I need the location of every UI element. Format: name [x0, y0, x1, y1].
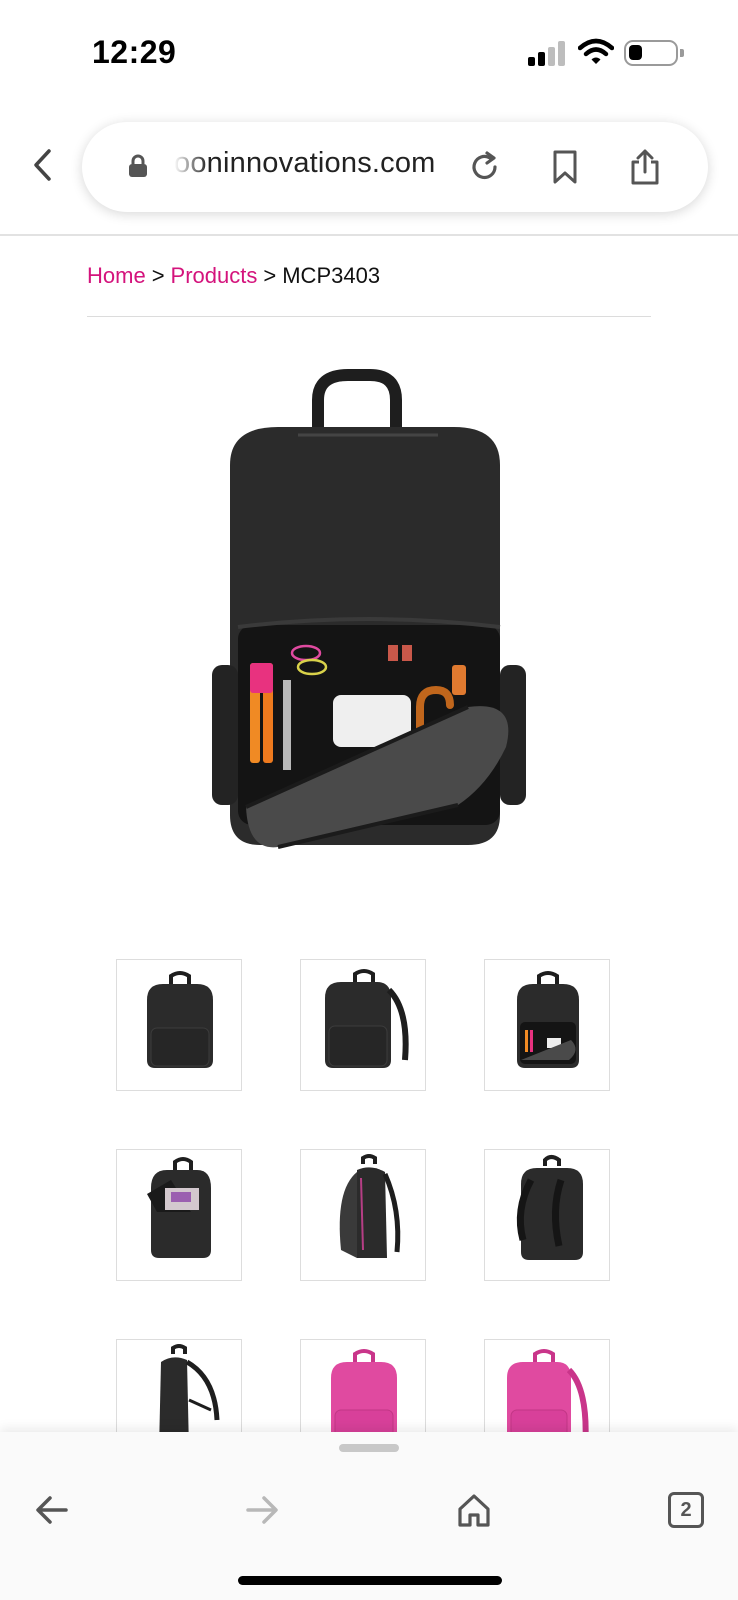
tab-count: 2 [668, 1492, 704, 1528]
bookmark-icon[interactable] [542, 144, 588, 190]
breadcrumb-separator: > [263, 263, 277, 288]
sheet-grabber[interactable] [339, 1444, 399, 1452]
forward-arrow-icon[interactable] [232, 1480, 292, 1540]
thumbnail-open-laptop-black[interactable] [116, 1149, 242, 1281]
battery-low-icon [624, 40, 684, 66]
address-bar[interactable]: ooninnovations.com [82, 122, 708, 212]
thumbnail-open-organizer-black[interactable] [484, 959, 610, 1091]
tabs-icon[interactable]: 2 [656, 1480, 716, 1540]
back-arrow-icon[interactable] [22, 1480, 82, 1540]
battery-nub [680, 49, 684, 57]
bottom-toolbar: 2 [0, 1432, 738, 1600]
wifi-icon [577, 38, 615, 66]
back-chevron-icon[interactable] [22, 140, 62, 190]
lock-icon [128, 154, 148, 178]
thumbnail-side-open-black[interactable] [300, 1149, 426, 1281]
product-main-image[interactable] [188, 355, 550, 875]
thumbnail-three-quarter-black[interactable] [300, 959, 426, 1091]
breadcrumb-divider [87, 316, 651, 317]
share-icon[interactable] [622, 144, 668, 190]
home-indicator[interactable] [238, 1576, 502, 1585]
breadcrumb-products-link[interactable]: Products [171, 263, 258, 288]
thumbnail-front-black[interactable] [116, 959, 242, 1091]
status-bar: 12:29 [0, 0, 738, 110]
breadcrumb-home-link[interactable]: Home [87, 263, 146, 288]
breadcrumb: Home > Products > MCP3403 [87, 263, 380, 289]
cellular-signal-icon [528, 40, 568, 66]
reload-icon[interactable] [462, 144, 508, 190]
home-icon[interactable] [444, 1480, 504, 1540]
toolbar-divider [0, 234, 738, 236]
breadcrumb-current: MCP3403 [282, 263, 381, 288]
breadcrumb-separator: > [151, 263, 165, 288]
battery-level [629, 45, 642, 60]
status-time: 12:29 [92, 34, 177, 70]
thumbnail-back-black[interactable] [484, 1149, 610, 1281]
